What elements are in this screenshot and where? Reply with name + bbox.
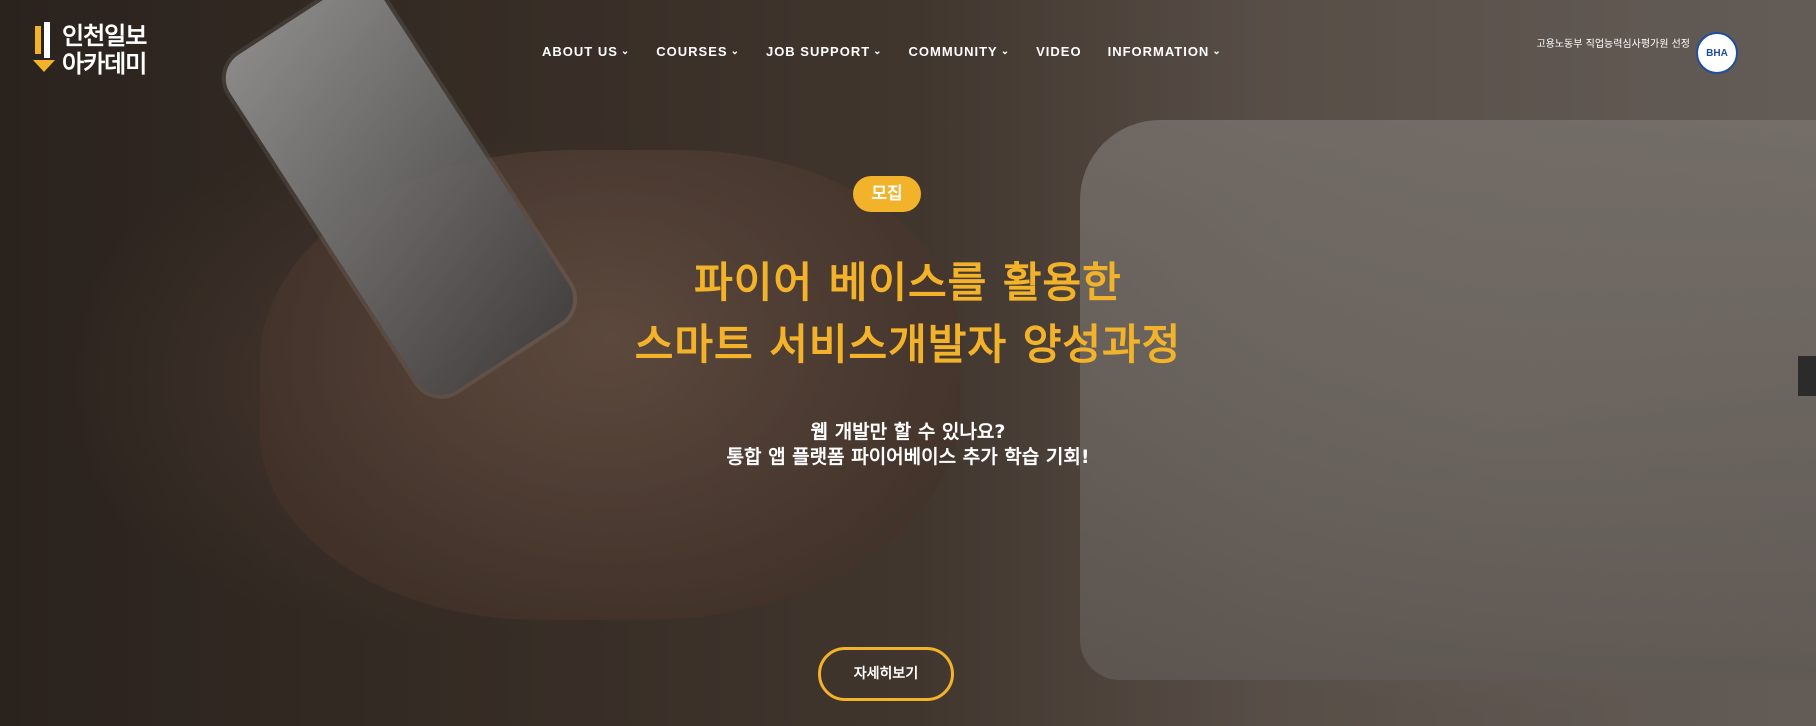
nav-item-community[interactable]: COMMUNITY ⌄	[909, 44, 1011, 59]
recruit-badge: 모집	[853, 176, 921, 212]
nav-label: COMMUNITY	[908, 44, 998, 59]
hero-title: 파이어 베이스를 활용한 스마트 서비스개발자 양성과정	[0, 252, 1816, 376]
certification-text: 고용노동부 직업능력심사평가원 선정	[1536, 39, 1690, 50]
hero-section: 인천일보 아카데미 ABOUT US ⌄ COURSES ⌄ JOB SUPPO…	[0, 0, 1816, 726]
chevron-down-icon: ⌄	[1212, 46, 1222, 57]
hero-title-line1: 파이어 베이스를 활용한	[694, 258, 1122, 307]
nav-label: COURSES	[656, 44, 728, 59]
nav-label: VIDEO	[1036, 44, 1082, 59]
logo-line2: 아카데미	[62, 50, 147, 78]
view-details-button[interactable]: 자세히보기	[818, 647, 954, 701]
hero-title-line2: 스마트 서비스개발자 양성과정	[634, 320, 1182, 369]
hero-subtitle-line2: 통합 앱 플랫폼 파이어베이스 추가 학습 기회!	[726, 446, 1090, 468]
chevron-down-icon: ⌄	[873, 46, 883, 57]
main-nav: ABOUT US ⌄ COURSES ⌄ JOB SUPPORT ⌄ COMMU…	[542, 44, 1222, 59]
hero-subtitle-line1: 웹 개발만 할 수 있나요?	[810, 421, 1006, 443]
nav-item-about-us[interactable]: ABOUT US ⌄	[542, 44, 630, 59]
nav-item-information[interactable]: INFORMATION ⌄	[1108, 44, 1222, 59]
hero-subtitle: 웹 개발만 할 수 있나요? 통합 앱 플랫폼 파이어베이스 추가 학습 기회!	[0, 420, 1816, 470]
certification-seal-icon: BHA	[1696, 32, 1738, 74]
nav-item-video[interactable]: VIDEO	[1036, 44, 1081, 59]
nav-item-job-support[interactable]: JOB SUPPORT ⌄	[766, 44, 883, 59]
nav-label: INFORMATION	[1107, 44, 1210, 59]
chevron-down-icon: ⌄	[730, 46, 740, 57]
logo-line1: 인천일보	[62, 22, 147, 50]
seal-label: BHA	[1706, 47, 1728, 59]
logo-mark-icon	[32, 22, 56, 78]
nav-label: ABOUT US	[542, 44, 618, 59]
nav-label: JOB SUPPORT	[765, 44, 871, 59]
chevron-down-icon: ⌄	[1000, 46, 1011, 57]
nav-item-courses[interactable]: COURSES ⌄	[656, 44, 740, 59]
site-logo[interactable]: 인천일보 아카데미	[32, 22, 147, 78]
certification-badge: 고용노동부 직업능력심사평가원 선정 BHA	[1536, 32, 1738, 74]
chevron-down-icon: ⌄	[620, 46, 631, 57]
